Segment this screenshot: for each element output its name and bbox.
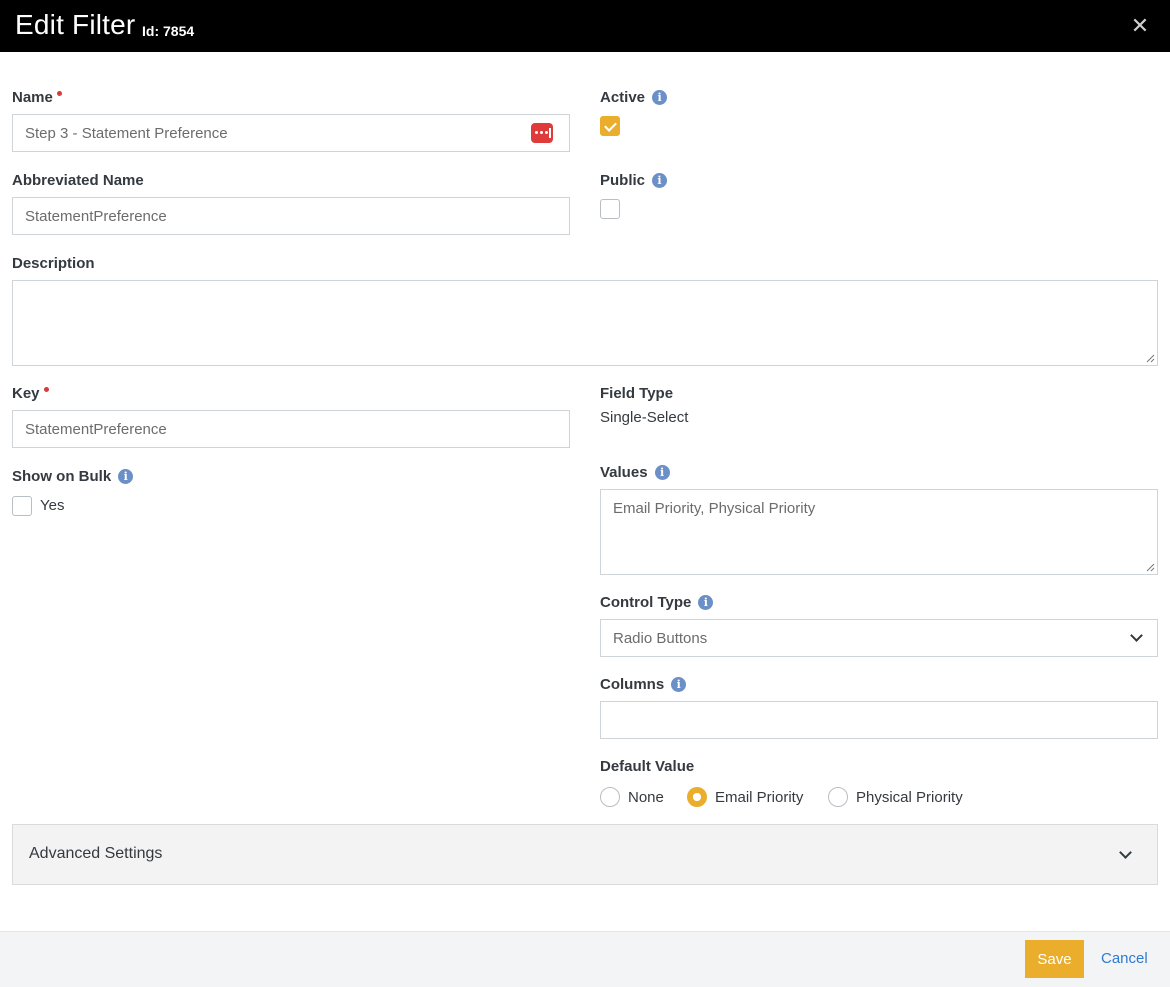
key-input[interactable]: StatementPreference [12,410,570,448]
info-icon[interactable]: i [652,90,668,105]
info-icon[interactable]: i [652,173,668,188]
advanced-settings-panel[interactable]: Advanced Settings [12,824,1158,885]
modal-title: Edit Filter [15,9,136,40]
modal-header: Edit Filter Id: 7854 ✕ [0,0,1170,52]
default-value-email-priority-label[interactable]: Email Priority [715,789,803,806]
control-type-label-text: Control Type [600,594,692,611]
save-button[interactable]: Save [1025,940,1084,978]
default-value-label: Default Value [600,758,695,775]
resize-grip-icon[interactable] [1146,563,1155,572]
close-icon[interactable]: ✕ [1127,13,1153,39]
show-on-bulk-label: Show on Bulk i [12,468,134,485]
name-label-text: Name [12,89,53,106]
abbreviated-name-value: StatementPreference [25,207,167,225]
values-label: Values i [600,464,670,481]
default-value-none-label[interactable]: None [628,789,664,806]
advanced-settings-label: Advanced Settings [29,845,163,862]
field-type-label: Field Type [600,385,674,402]
required-indicator [43,387,49,392]
columns-label-text: Columns [600,676,665,693]
public-label-text: Public [600,172,646,189]
key-input-value: StatementPreference [25,420,167,438]
values-label-text: Values [600,464,648,481]
columns-label: Columns i [600,676,687,693]
chevron-down-icon[interactable] [1119,846,1132,859]
abbreviated-name-label: Abbreviated Name [12,172,144,189]
show-on-bulk-label-text: Show on Bulk [12,468,112,485]
control-type-label: Control Type i [600,594,714,611]
field-type-value: Single-Select [600,409,689,426]
default-value-none-radio[interactable] [600,787,620,807]
description-label: Description [12,255,95,272]
name-input[interactable]: Step 3 - Statement Preference [12,114,570,152]
active-label: Active i [600,89,668,106]
info-icon[interactable]: i [671,677,687,692]
public-checkbox[interactable] [600,199,620,219]
values-value: Email Priority, Physical Priority [613,500,816,517]
required-indicator [56,91,62,96]
show-on-bulk-checkbox[interactable] [12,496,32,516]
control-type-select[interactable]: Radio Buttons [600,619,1158,657]
values-textarea[interactable]: Email Priority, Physical Priority [600,489,1158,575]
default-value-physical-priority-radio[interactable] [828,787,848,807]
resize-grip-icon[interactable] [1146,354,1155,363]
active-checkbox[interactable] [600,116,620,136]
public-label: Public i [600,172,668,189]
active-label-text: Active [600,89,646,106]
info-icon[interactable]: i [654,465,670,480]
modal-footer [0,931,1170,987]
name-label: Name [12,89,62,106]
description-textarea[interactable] [12,280,1158,366]
control-type-selected-value: Radio Buttons [613,629,708,647]
modal-id: Id: 7854 [142,23,195,39]
show-on-bulk-option-label[interactable]: Yes [40,497,64,514]
default-value-physical-priority-label[interactable]: Physical Priority [856,789,963,806]
password-manager-icon[interactable] [531,123,553,143]
name-input-value: Step 3 - Statement Preference [25,124,228,142]
info-icon[interactable]: i [698,595,714,610]
cancel-link[interactable]: Cancel [1101,950,1148,967]
default-value-email-priority-radio[interactable] [687,787,707,807]
key-label-text: Key [12,385,40,402]
abbreviated-name-input[interactable]: StatementPreference [12,197,570,235]
key-label: Key [12,385,49,402]
info-icon[interactable]: i [118,469,134,484]
columns-input[interactable] [600,701,1158,739]
